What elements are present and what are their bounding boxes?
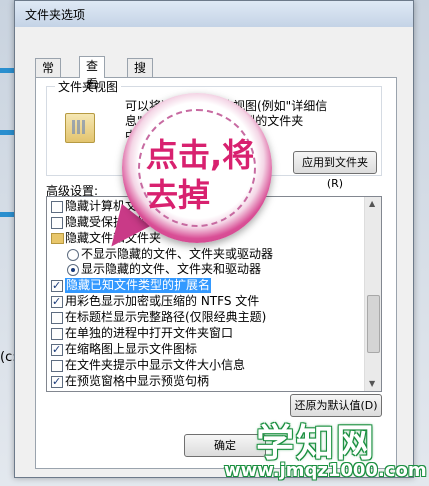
setting-row[interactable]: 在缩略图上显示文件图标	[47, 342, 363, 357]
setting-radio[interactable]	[67, 249, 79, 261]
scroll-down-icon[interactable]: ▼	[369, 379, 375, 388]
setting-row[interactable]: 在标题栏显示完整路径(仅限经典主题)	[47, 310, 363, 325]
setting-checkbox[interactable]	[51, 374, 63, 389]
watermark-url: www.jmqz1000.com	[224, 460, 427, 481]
setting-row[interactable]: 在文件夹提示中显示文件大小信息	[47, 358, 363, 373]
watermark-logo: 学知网 www.jmqz1000.com	[222, 410, 427, 484]
title-bar[interactable]: 文件夹选项	[15, 1, 413, 27]
scroll-up-icon[interactable]: ▲	[369, 199, 375, 208]
setting-checkbox[interactable]	[51, 294, 63, 309]
setting-checkbox[interactable]	[51, 342, 63, 357]
setting-row-hide-extensions[interactable]: 隐藏已知文件类型的扩展名	[47, 278, 363, 293]
folder-icon	[51, 233, 64, 244]
setting-checkbox[interactable]	[51, 217, 63, 229]
apply-to-folders-button[interactable]: 应用到文件夹(R)	[293, 151, 377, 190]
dialog-title: 文件夹选项	[25, 8, 86, 22]
tab-search[interactable]: 搜索	[127, 58, 154, 93]
scrollbar-thumb[interactable]	[367, 295, 380, 353]
setting-row[interactable]: 在预览窗格中显示预览句柄	[47, 374, 363, 389]
setting-checkbox[interactable]	[51, 360, 63, 372]
setting-row[interactable]: 用彩色显示加密或压缩的 NTFS 文件	[47, 294, 363, 309]
watermark-brand: 学知网	[256, 421, 377, 465]
setting-checkbox[interactable]	[51, 201, 63, 213]
setting-checkbox[interactable]	[51, 328, 63, 340]
setting-checkbox[interactable]	[51, 312, 63, 324]
tab-view[interactable]: 查看	[79, 56, 106, 91]
setting-row[interactable]: 不显示隐藏的文件、文件夹或驱动器	[47, 247, 363, 262]
tab-general[interactable]: 常规	[35, 58, 62, 93]
folder-view-icon	[65, 113, 95, 143]
callout-text: 点击,将 去掉	[146, 136, 255, 214]
list-scrollbar[interactable]: ▲ ▼	[364, 197, 381, 391]
setting-row[interactable]: 显示隐藏的文件、文件夹和驱动器	[47, 262, 363, 277]
setting-row[interactable]: 在单独的进程中打开文件夹窗口	[47, 326, 363, 341]
hide-extensions-checkbox[interactable]	[51, 278, 63, 293]
setting-radio[interactable]	[67, 264, 79, 276]
